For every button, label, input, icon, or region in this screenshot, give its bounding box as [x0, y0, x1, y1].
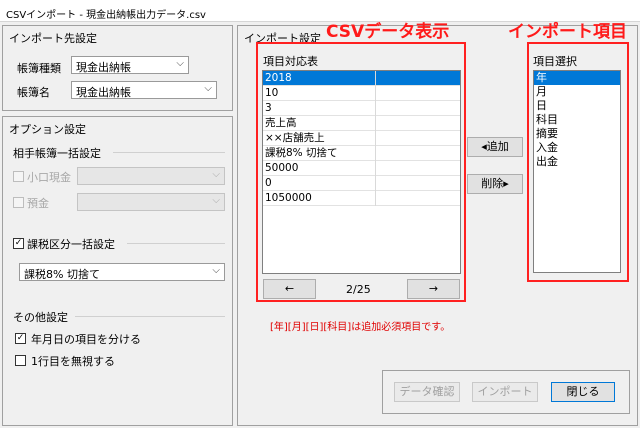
tax-group-title: 課税区分一括設定 [27, 238, 115, 251]
table-row[interactable]: 3 [263, 101, 460, 116]
row-value: 10 [265, 87, 279, 99]
column-separator [375, 176, 376, 191]
list-item[interactable]: 出金 [534, 155, 620, 169]
row-value: 課税8% 切捨て [265, 147, 338, 159]
item-select-list[interactable]: 年 月 日 科目 摘要 入金 出金 [533, 70, 621, 273]
row-value: ××店舗売上 [265, 132, 325, 144]
column-separator [375, 131, 376, 146]
column-separator [375, 116, 376, 131]
column-separator [375, 101, 376, 116]
book-type-select[interactable]: 現金出納帳 ⌵ [71, 56, 189, 74]
book-name-select[interactable]: 現金出納帳 ⌵ [71, 81, 217, 99]
table-row[interactable]: 1050000 [263, 191, 460, 206]
group-divider [113, 152, 225, 153]
import-target-title: インポート先設定 [9, 32, 97, 45]
chevron-down-icon: ⌵ [212, 195, 220, 206]
window-title: CSVインポート - 現金出納帳出力データ.csv [6, 10, 206, 21]
chevron-down-icon: ⌵ [212, 169, 220, 180]
column-separator [375, 71, 376, 86]
tax-group-value: 課税8% 切捨て [24, 268, 100, 281]
next-page-button[interactable]: → [407, 279, 460, 299]
chevron-down-icon: ⌵ [176, 58, 184, 69]
partner-group-title: 相手帳簿一括設定 [13, 147, 101, 160]
mapping-table[interactable]: 2018 10 3 売上高 ××店舗売上 課税8% 切捨て 50000 0 10… [262, 70, 461, 274]
book-type-value: 現金出納帳 [76, 61, 131, 74]
item-select-title: 項目選択 [533, 55, 577, 68]
group-divider [75, 316, 225, 317]
ignore-first-row-checkbox[interactable] [15, 355, 26, 366]
row-value: 売上高 [265, 117, 297, 129]
row-value: 2018 [265, 72, 292, 84]
prev-page-button[interactable]: ← [263, 279, 316, 299]
chevron-down-icon: ⌵ [212, 265, 220, 276]
book-name-label: 帳簿名 [17, 86, 50, 99]
table-row[interactable]: 0 [263, 176, 460, 191]
book-name-value: 現金出納帳 [76, 86, 131, 99]
ignore-first-row-label: 1行目を無視する [31, 355, 115, 368]
column-separator [375, 146, 376, 161]
table-row[interactable]: 50000 [263, 161, 460, 176]
table-row[interactable]: 10 [263, 86, 460, 101]
split-date-checkbox[interactable]: ✓ [15, 333, 26, 344]
list-item[interactable]: 摘要 [534, 127, 620, 141]
petty-cash-select[interactable]: ⌵ [77, 167, 225, 185]
table-row[interactable]: 2018 [263, 71, 460, 86]
petty-cash-checkbox[interactable] [13, 171, 24, 182]
group-divider [127, 243, 225, 244]
list-item[interactable]: 年 [534, 71, 620, 85]
book-type-label: 帳簿種類 [17, 62, 61, 75]
csv-display-annotation: CSVデータ表示 [326, 22, 450, 42]
list-item[interactable]: 月 [534, 85, 620, 99]
list-item[interactable]: 日 [534, 99, 620, 113]
row-value: 0 [265, 177, 272, 189]
petty-cash-label: 小口現金 [27, 171, 71, 184]
table-row[interactable]: ××店舗売上 [263, 131, 460, 146]
tax-group-select[interactable]: 課税8% 切捨て ⌵ [19, 263, 225, 281]
list-item[interactable]: 科目 [534, 113, 620, 127]
required-items-note: [年][月][日][科目]は追加必須項目です。 [270, 322, 451, 333]
split-date-label: 年月日の項目を分ける [31, 333, 141, 346]
mapping-table-title: 項目対応表 [263, 55, 318, 68]
options-title: オプション設定 [9, 123, 86, 136]
options-panel: オプション設定 相手帳簿一括設定 小口現金 ⌵ 預金 ⌵ ✓ 課税区分一括設定 … [2, 116, 233, 426]
column-separator [375, 191, 376, 206]
deposit-select[interactable]: ⌵ [77, 193, 225, 211]
deposit-label: 預金 [27, 197, 49, 210]
column-separator [375, 161, 376, 176]
page-indicator: 2/25 [346, 283, 371, 296]
row-value: 1050000 [265, 192, 312, 204]
add-item-button[interactable]: ◂追加 [467, 137, 523, 157]
import-button[interactable]: インポート [472, 382, 538, 402]
column-separator [375, 86, 376, 101]
close-button[interactable]: 閉じる [551, 382, 615, 402]
row-value: 3 [265, 102, 272, 114]
remove-item-button[interactable]: 削除▸ [467, 174, 523, 194]
other-settings-title: その他設定 [13, 311, 68, 324]
chevron-down-icon: ⌵ [204, 83, 212, 94]
table-row[interactable]: 売上高 [263, 116, 460, 131]
list-item[interactable]: 入金 [534, 141, 620, 155]
deposit-checkbox[interactable] [13, 197, 24, 208]
row-value: 50000 [265, 162, 299, 174]
import-target-panel: インポート先設定 帳簿種類 現金出納帳 ⌵ 帳簿名 現金出納帳 ⌵ [2, 25, 233, 111]
table-row[interactable]: 課税8% 切捨て [263, 146, 460, 161]
tax-group-checkbox[interactable]: ✓ [13, 238, 24, 249]
import-items-annotation: インポート項目 [508, 22, 627, 42]
data-check-button[interactable]: データ確認 [394, 382, 460, 402]
